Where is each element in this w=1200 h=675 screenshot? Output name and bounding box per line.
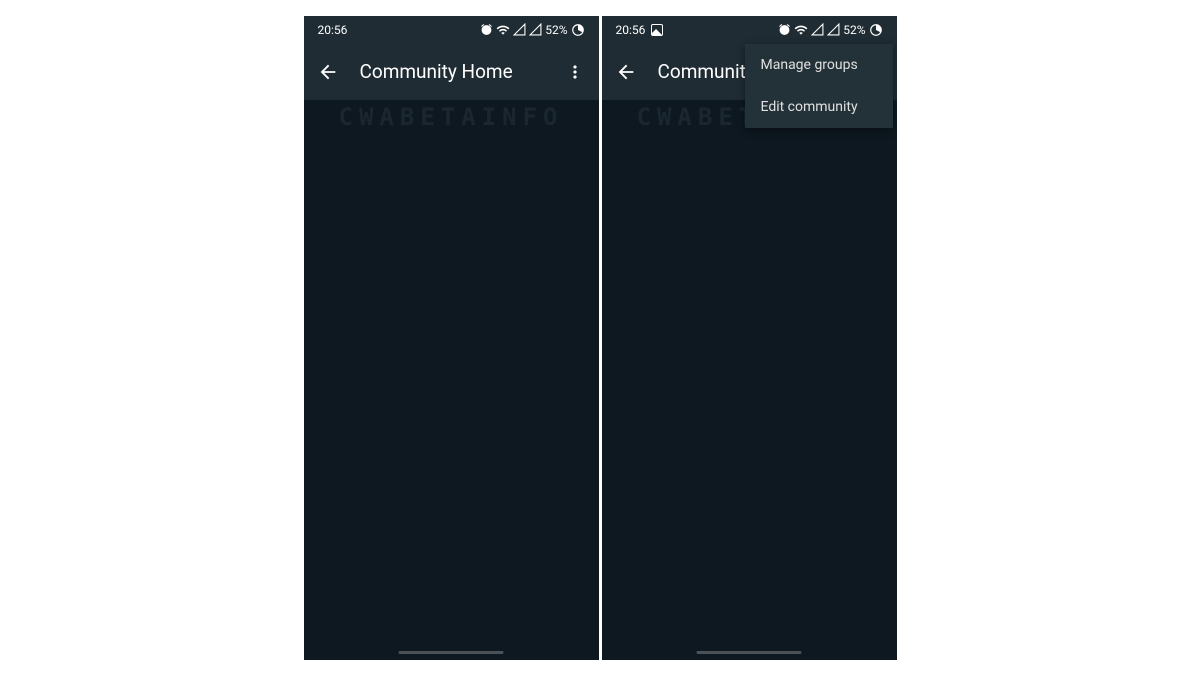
battery-percent: 52% xyxy=(545,23,567,37)
battery-percent: 52% xyxy=(843,23,865,37)
content-area: CWABETAINFO xyxy=(602,100,897,660)
signal-icon-2 xyxy=(827,23,840,36)
home-indicator[interactable] xyxy=(697,651,802,654)
status-bar: 20:56 52% xyxy=(304,16,599,44)
signal-icon-1 xyxy=(811,23,824,36)
status-bar: 20:56 52% xyxy=(602,16,897,44)
content-area: CWABETAINFO xyxy=(304,100,599,660)
status-time: 20:56 xyxy=(318,23,348,37)
back-button[interactable] xyxy=(614,60,638,84)
phone-right: 20:56 52% xyxy=(602,16,897,660)
wifi-icon xyxy=(794,23,808,37)
app-header: Community Home xyxy=(304,44,599,100)
signal-icon-2 xyxy=(529,23,542,36)
back-button[interactable] xyxy=(316,60,340,84)
alarm-icon xyxy=(778,23,791,36)
menu-item-edit-community[interactable]: Edit community xyxy=(745,86,893,128)
status-time: 20:56 xyxy=(616,23,646,37)
signal-icon-1 xyxy=(513,23,526,36)
home-indicator[interactable] xyxy=(399,651,504,654)
battery-icon xyxy=(571,23,585,37)
wifi-icon xyxy=(496,23,510,37)
phone-left: 20:56 52% xyxy=(304,16,599,660)
picture-icon xyxy=(651,24,663,36)
alarm-icon xyxy=(480,23,493,36)
menu-item-manage-groups[interactable]: Manage groups xyxy=(745,44,893,86)
battery-icon xyxy=(869,23,883,37)
page-title: Community Home xyxy=(360,60,543,83)
dropdown-menu: Manage groups Edit community xyxy=(745,44,893,128)
watermark: CWABETAINFO xyxy=(339,103,564,131)
more-options-button[interactable] xyxy=(563,60,587,84)
